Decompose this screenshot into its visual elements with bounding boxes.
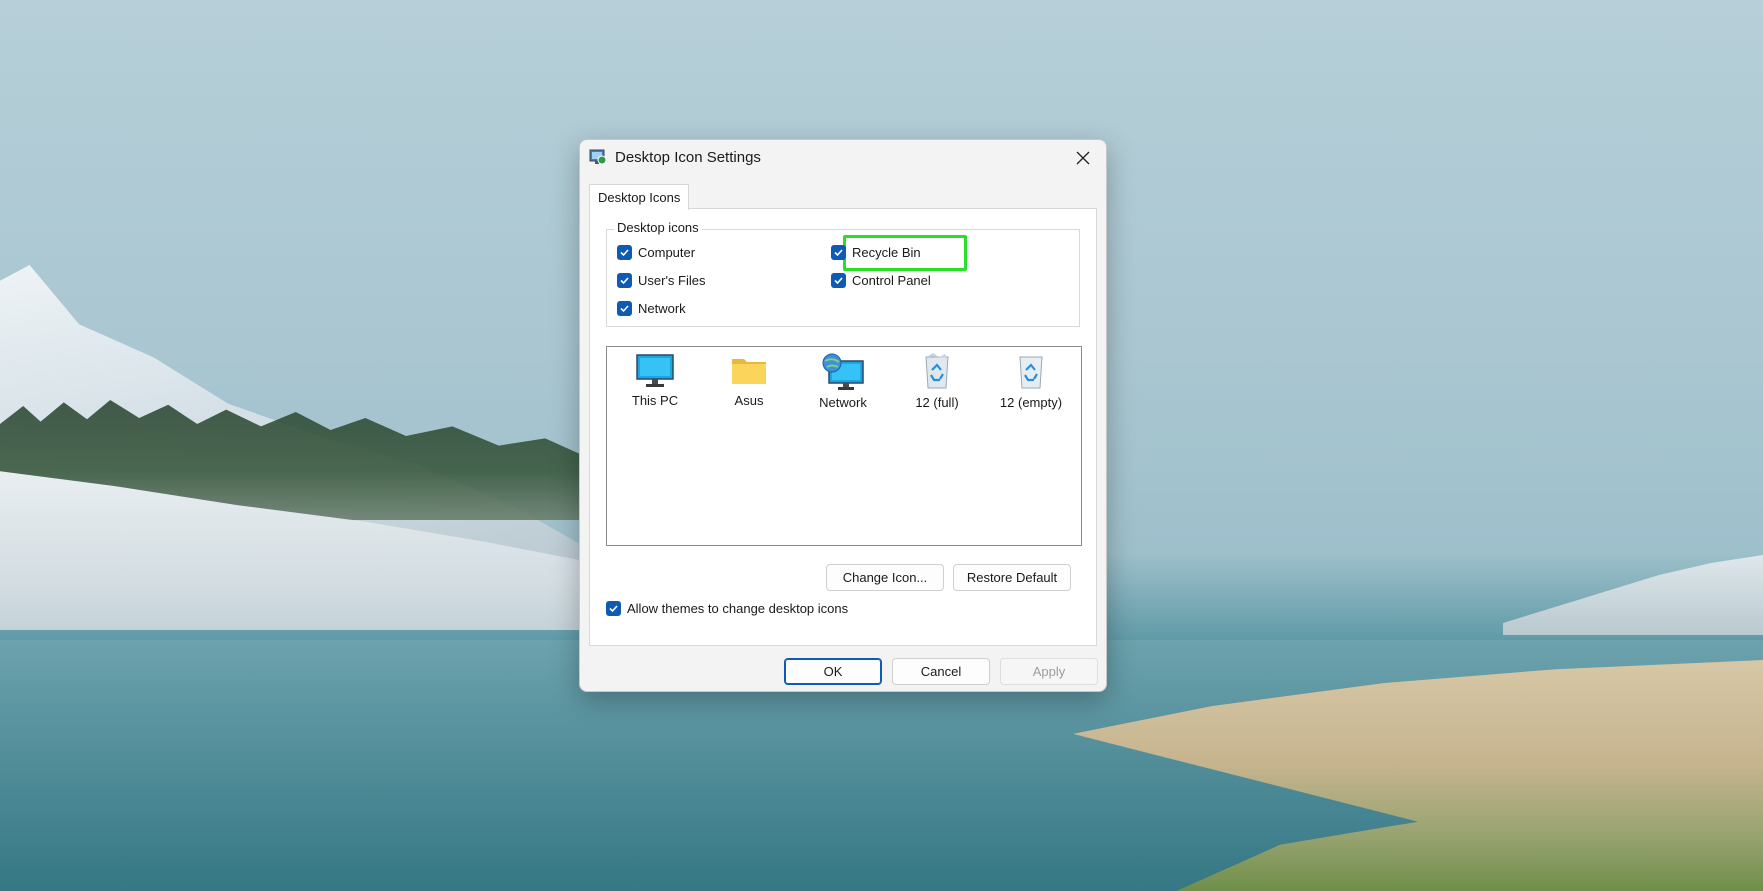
checkbox-network[interactable]: Network — [617, 301, 686, 316]
recycle-bin-full-icon — [925, 353, 949, 389]
tab-desktop-icons[interactable]: Desktop Icons — [589, 184, 690, 210]
checkmark-icon[interactable] — [617, 273, 632, 288]
checkbox-control-panel[interactable]: Control Panel — [831, 273, 931, 288]
restore-default-button[interactable]: Restore Default — [953, 564, 1071, 591]
tab-panel: Desktop icons Computer User's Files Netw… — [589, 208, 1097, 646]
icon-label: 12 (full) — [915, 395, 959, 410]
list-item-recycle-empty[interactable]: 12 (empty) — [986, 353, 1076, 410]
list-item-asus[interactable]: Asus — [704, 353, 794, 408]
checkbox-label: User's Files — [638, 273, 706, 288]
checkbox-label: Computer — [638, 245, 696, 260]
checkmark-icon[interactable] — [831, 273, 846, 288]
checkbox-allow-themes[interactable]: Allow themes to change desktop icons — [606, 601, 848, 616]
icon-label: This PC — [631, 393, 679, 408]
list-item-this-pc[interactable]: This PC — [610, 353, 700, 408]
change-icon-button[interactable]: Change Icon... — [826, 564, 944, 591]
wallpaper-distant-mountain — [1503, 555, 1763, 635]
checkbox-users-files[interactable]: User's Files — [617, 273, 706, 288]
close-icon — [1076, 151, 1090, 165]
icon-label: Asus — [734, 393, 764, 408]
checkbox-label: Allow themes to change desktop icons — [627, 601, 849, 616]
ok-button[interactable]: OK — [784, 658, 882, 685]
checkmark-icon[interactable] — [831, 245, 846, 260]
recycle-bin-empty-icon — [1019, 356, 1043, 389]
icon-preview-list[interactable]: This PC Asus Network 12 (full) 12 (empty… — [606, 346, 1082, 546]
icon-label: Network — [819, 395, 867, 410]
checkbox-label: Recycle Bin — [852, 245, 921, 260]
checkmark-icon[interactable] — [617, 245, 632, 260]
checkbox-label: Network — [638, 301, 686, 316]
list-item-recycle-full[interactable]: 12 (full) — [892, 353, 982, 410]
dialog-title: Desktop Icon Settings — [615, 149, 761, 166]
checkmark-icon[interactable] — [606, 601, 621, 616]
checkbox-computer[interactable]: Computer — [617, 245, 695, 260]
checkbox-label: Control Panel — [852, 273, 931, 288]
close-button[interactable] — [1060, 140, 1106, 176]
group-label: Desktop icons — [614, 220, 702, 235]
desktop-icons-group: Desktop icons Computer User's Files Netw… — [606, 220, 1080, 327]
title-bar[interactable]: Desktop Icon Settings — [580, 140, 1106, 176]
checkbox-recycle-bin[interactable]: Recycle Bin — [831, 245, 921, 260]
apply-button[interactable]: Apply — [1000, 658, 1098, 685]
cancel-button[interactable]: Cancel — [892, 658, 990, 685]
list-item-network[interactable]: Network — [798, 353, 888, 410]
checkmark-icon[interactable] — [617, 301, 632, 316]
desktop-settings-icon — [589, 149, 607, 165]
network-icon — [822, 353, 864, 390]
icon-label: 12 (empty) — [999, 395, 1063, 410]
monitor-icon — [636, 354, 674, 387]
folder-icon — [732, 359, 766, 384]
desktop-icon-settings-dialog: Desktop Icon Settings Desktop Icons Desk… — [579, 139, 1107, 692]
